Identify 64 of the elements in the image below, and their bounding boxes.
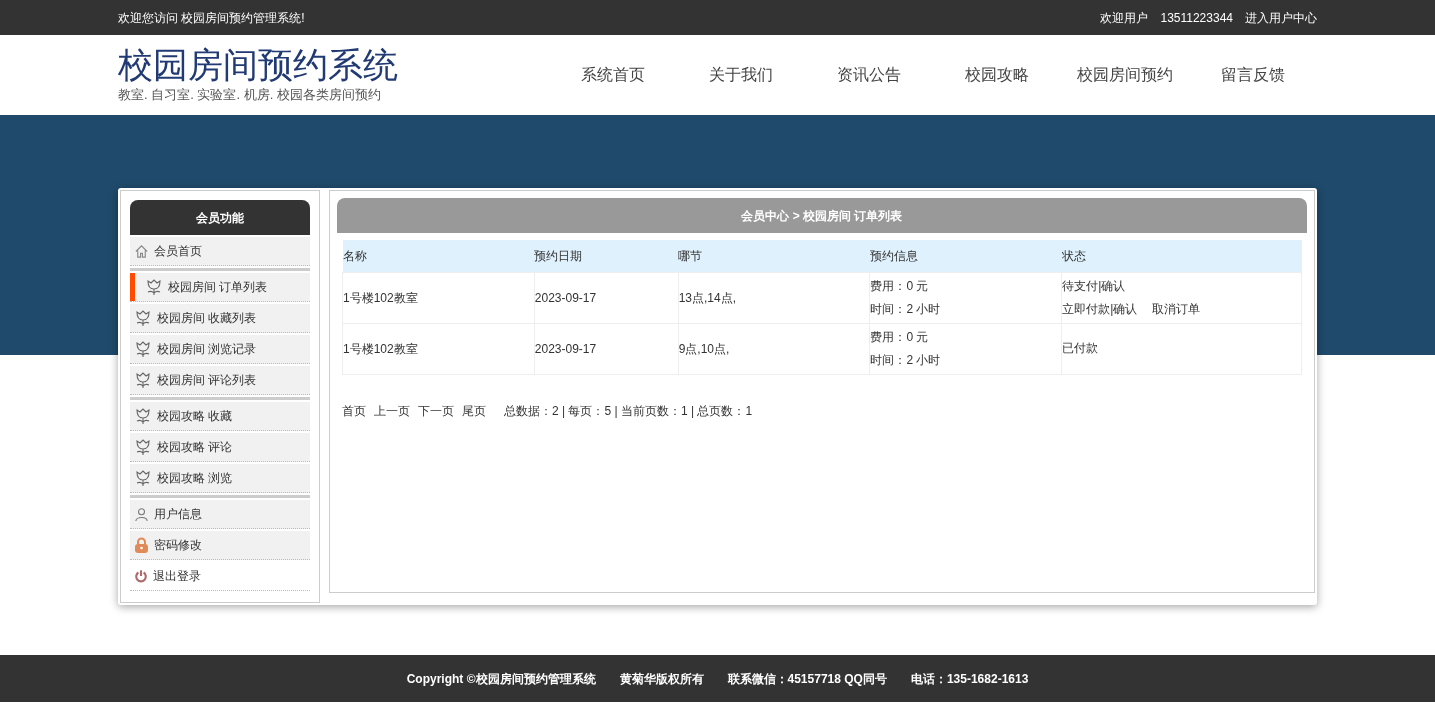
tulip-icon xyxy=(134,309,152,327)
nav-link[interactable]: 资讯公告 xyxy=(805,63,933,87)
column-header: 预约日期 xyxy=(534,240,679,272)
tulip-icon xyxy=(134,469,152,487)
sidebar-item[interactable]: 校园攻略 评论 xyxy=(130,433,310,462)
sidebar-item[interactable]: 校园房间 订单列表 xyxy=(130,273,310,302)
info-line: 时间：2 小时 xyxy=(870,300,942,318)
sidebar-item[interactable]: 校园房间 收藏列表 xyxy=(130,304,310,333)
footer-text: 黄菊华版权所有 xyxy=(619,670,704,688)
selected-indicator xyxy=(130,273,135,301)
tulip-icon xyxy=(134,340,152,358)
nav-link[interactable]: 系统首页 xyxy=(549,63,677,87)
sidebar-item[interactable]: 校园房间 浏览记录 xyxy=(130,335,310,364)
footer-text: 联系微信：45157718 QQ同号 xyxy=(727,670,887,688)
nav-link[interactable]: 校园房间预约 xyxy=(1061,63,1189,87)
info-line: 费用：0 元 xyxy=(870,277,930,295)
column-header: 哪节 xyxy=(678,240,870,272)
pagination-link[interactable]: 上一页 xyxy=(374,401,410,420)
sidebar-item[interactable]: 校园攻略 浏览 xyxy=(130,464,310,493)
column-header: 名称 xyxy=(342,240,535,272)
info-line: 时间：2 小时 xyxy=(870,351,942,369)
column-header: 预约信息 xyxy=(869,240,1062,272)
sidebar-item[interactable]: 用户信息 xyxy=(130,500,310,529)
nav-link[interactable]: 关于我们 xyxy=(677,63,805,87)
sidebar-item[interactable]: 会员首页 xyxy=(130,237,310,266)
table-cell: 13点,14点, xyxy=(678,272,870,323)
tulip-icon xyxy=(134,371,152,389)
pagination-link[interactable]: 首页 xyxy=(342,401,366,420)
footer-text: 电话：135-1682-1613 xyxy=(910,670,1029,688)
nav-link[interactable]: 留言反馈 xyxy=(1189,63,1317,87)
action-link[interactable]: 取消订单 xyxy=(1152,297,1201,321)
sidebar-item[interactable]: 密码修改 xyxy=(130,531,310,560)
home-icon xyxy=(134,243,149,259)
table-cell: 9点,10点, xyxy=(678,323,870,374)
site-subtitle: 教室. 自习室. 实验室. 机房. 校园各类房间预约 xyxy=(118,86,382,105)
status-text: 已付款 xyxy=(1062,340,1100,357)
pagination-link[interactable]: 下一页 xyxy=(418,401,454,420)
site-title: 校园房间预约系统 xyxy=(118,45,399,86)
sidebar-item[interactable]: 校园房间 评论列表 xyxy=(130,366,310,395)
sidebar-item[interactable]: 校园攻略 收藏 xyxy=(130,402,310,431)
welcome-text: 欢迎您访问 校园房间预约管理系统! xyxy=(118,9,305,27)
footer-text: Copyright ©校园房间预约管理系统 xyxy=(406,670,596,688)
tulip-icon xyxy=(134,438,152,456)
sidebar-title: 会员功能 xyxy=(130,200,310,235)
pagination-summary: 总数据：2 | 每页：5 | 当前页数：1 | 总页数：1 xyxy=(504,402,753,420)
user-label: 欢迎用户 xyxy=(1100,9,1149,27)
lock-icon xyxy=(134,537,149,553)
table-cell: 2023-09-17 xyxy=(534,272,679,323)
breadcrumb-bar: 会员中心 > 校园房间 订单列表 xyxy=(337,198,1307,233)
nav-link[interactable]: 校园攻略 xyxy=(933,63,1061,87)
info-line: 费用：0 元 xyxy=(870,328,930,346)
column-header: 状态 xyxy=(1061,240,1302,272)
tulip-icon xyxy=(145,278,163,296)
user-icon xyxy=(134,506,149,522)
user-center-link[interactable]: 进入用户中心 xyxy=(1245,8,1317,27)
table-cell: 1号楼102教室 xyxy=(342,323,535,374)
table-cell: 2023-09-17 xyxy=(534,323,679,374)
action-link[interactable]: 立即付款|确认 xyxy=(1062,297,1138,321)
tulip-icon xyxy=(134,407,152,425)
user-phone: 13511223344 xyxy=(1160,9,1233,27)
power-icon xyxy=(134,569,148,583)
table-cell: 1号楼102教室 xyxy=(342,272,535,323)
status-text: 待支付|确认 xyxy=(1062,277,1127,295)
pagination-link[interactable]: 尾页 xyxy=(462,401,486,420)
